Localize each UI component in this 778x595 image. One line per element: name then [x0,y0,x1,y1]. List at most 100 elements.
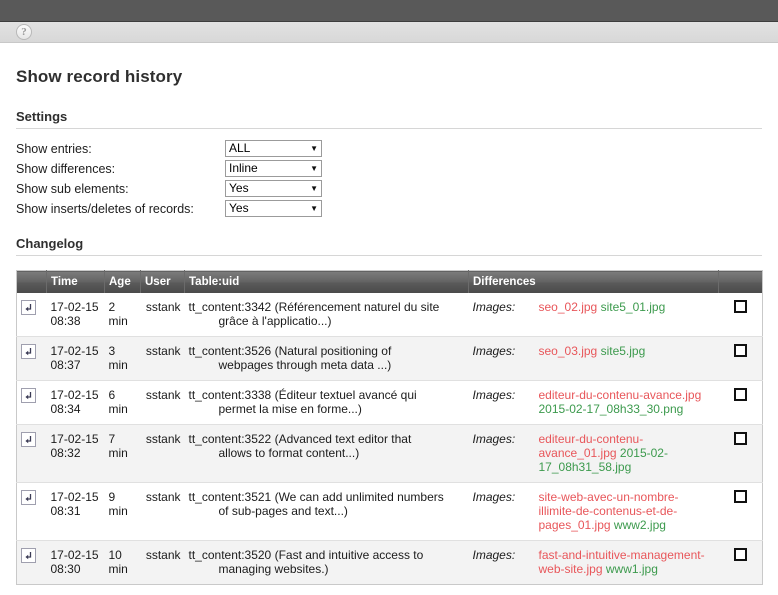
cell-time-clock: 08:30 [50,561,81,576]
diff-field-name: Images: [472,547,516,562]
cell-table-uid: tt_content:3338 (Éditeur textuel avancé … [184,380,469,425]
row-checkbox[interactable] [733,489,747,503]
diff-deleted-value: seo_03.jpg [538,343,598,358]
changelog-table-body: 17-02-15 08:38 2 min sstank tt_content:3342 (… [16,292,763,584]
row-checkbox[interactable] [733,387,747,401]
column-header-icon [16,270,47,293]
row-action-cell [16,336,47,381]
cell-table-uid-line2: permet la mise en forme...) [218,401,362,416]
cell-age: 10 min [104,540,141,584]
diff-values: fast-and-intuitive-management-web-site.j… [531,548,715,576]
cell-select [718,380,763,425]
select-show-inserts-deletes[interactable]: Yes ▼ [225,200,322,217]
diff-values: site-web-avec-un-nombre-illimite-de-cont… [531,490,715,532]
cell-table-uid-line2: managing websites.) [218,561,329,576]
settings-heading: Settings [16,109,68,124]
column-header-table-uid[interactable]: Table:uid [184,270,469,293]
cell-time-date: 17-02-15 [50,299,99,314]
row-checkbox[interactable] [733,431,747,445]
cell-user: sstank [140,380,185,425]
cell-select [718,292,763,337]
table-row[interactable]: 17-02-15 08:34 6 min sstank tt_content:3338 (… [16,380,763,425]
table-row[interactable]: 17-02-15 08:37 3 min sstank tt_content:3526 (… [16,336,763,381]
diff-field-name: Images: [472,387,516,402]
diff-values: seo_03.jpg site5.jpg [531,344,646,358]
label-show-sub-elements: Show sub elements: [16,181,129,196]
changelog-heading: Changelog [16,236,84,251]
select-show-differences[interactable]: Inline ▼ [225,160,322,177]
cell-time-clock: 08:31 [50,503,81,518]
cell-table-uid: tt_content:3520 (Fast and intuitive acce… [184,540,469,584]
cell-table-uid-line2: allows to format content...) [218,445,360,460]
page-content: Show record history Settings Show entrie… [0,43,778,585]
table-row[interactable]: 17-02-15 08:38 2 min sstank tt_content:3342 (… [16,292,763,337]
cell-time-clock: 08:37 [50,357,81,372]
cell-table-uid-line1: tt_content:3522 (Advanced text editor th… [188,431,412,446]
column-header-differences[interactable]: Differences [468,270,719,293]
row-checkbox[interactable] [733,299,747,313]
settings-form: Show entries: ALL ▼ Show differences: In… [16,139,762,218]
changelog-table-wrapper: Time Age User Table:uid Differences 17-0… [16,270,763,585]
diff-field-name: Images: [472,431,516,446]
cell-table-uid: tt_content:3522 (Advanced text editor th… [184,424,469,483]
cell-time-clock: 08:34 [50,401,81,416]
cell-time-clock: 08:32 [50,445,81,460]
app-top-bar [0,0,778,22]
select-show-differences-value: Inline [229,161,258,175]
cell-time: 17-02-15 08:37 [46,336,105,381]
jump-to-record-icon[interactable] [21,343,36,359]
cell-user: sstank [140,540,185,584]
select-wrap-show-differences: Inline ▼ [225,160,322,177]
column-header-time[interactable]: Time [46,270,105,293]
cell-time-date: 17-02-15 [50,489,99,504]
diff-deleted-value: editeur-du-contenu-avance.jpg [538,387,702,402]
row-checkbox[interactable] [733,343,747,357]
diff-field-name: Images: [472,343,516,358]
chevron-down-icon: ▼ [310,144,318,153]
select-wrap-show-entries: ALL ▼ [225,140,322,157]
changelog-header-row: Time Age User Table:uid Differences [16,270,763,293]
cell-time-clock: 08:38 [50,313,81,328]
jump-to-record-icon[interactable] [21,299,36,315]
table-row[interactable]: 17-02-15 08:30 10 min sstank tt_content:3520 … [16,540,763,584]
jump-to-record-icon[interactable] [21,547,36,563]
cell-table-uid-line1: tt_content:3520 (Fast and intuitive acce… [188,547,424,562]
cell-differences: Images: site-web-avec-un-nombre-illimite-… [468,482,719,541]
table-row[interactable]: 17-02-15 08:31 9 min sstank tt_content:3521 (… [16,482,763,541]
cell-user: sstank [140,336,185,381]
setting-row-show-differences: Show differences: Inline ▼ [16,159,762,178]
jump-to-record-icon[interactable] [21,489,36,505]
cell-differences: Images: seo_02.jpg site5_01.jpg [468,292,719,337]
cell-differences: Images: editeur-du-contenu-avance.jpg 201… [468,380,719,425]
changelog-divider [16,255,762,256]
select-show-sub-elements[interactable]: Yes ▼ [225,180,322,197]
label-show-differences: Show differences: [16,161,116,176]
diff-values: editeur-du-contenu-avance.jpg 2015-02-17… [531,388,715,416]
cell-time: 17-02-15 08:31 [46,482,105,541]
chevron-down-icon: ▼ [310,184,318,193]
diff-inserted-value: www1.jpg [605,561,658,576]
row-checkbox[interactable] [733,547,747,561]
column-header-age[interactable]: Age [104,270,141,293]
select-show-entries-value: ALL [229,141,251,155]
diff-values: editeur-du-contenu-avance_01.jpg 2015-02… [531,432,715,474]
cell-select [718,336,763,381]
cell-age: 6 min [104,380,141,425]
cell-user: sstank [140,292,185,337]
help-icon[interactable]: ? [16,24,32,40]
cell-age: 7 min [104,424,141,483]
jump-to-record-icon[interactable] [21,387,36,403]
cell-time: 17-02-15 08:32 [46,424,105,483]
changelog-table: Time Age User Table:uid Differences 17-0… [16,270,763,585]
select-show-entries[interactable]: ALL ▼ [225,140,322,157]
cell-table-uid-line1: tt_content:3338 (Éditeur textuel avancé … [188,387,417,402]
select-wrap-show-inserts-deletes: Yes ▼ [225,200,322,217]
jump-to-record-icon[interactable] [21,431,36,447]
diff-deleted-value: seo_02.jpg [538,299,598,314]
table-row[interactable]: 17-02-15 08:32 7 min sstank tt_content:3522 (… [16,424,763,483]
column-header-user[interactable]: User [140,270,185,293]
diff-inserted-value: site5.jpg [600,343,646,358]
cell-age: 2 min [104,292,141,337]
module-toolbar: ? [0,22,778,43]
cell-user: sstank [140,482,185,541]
